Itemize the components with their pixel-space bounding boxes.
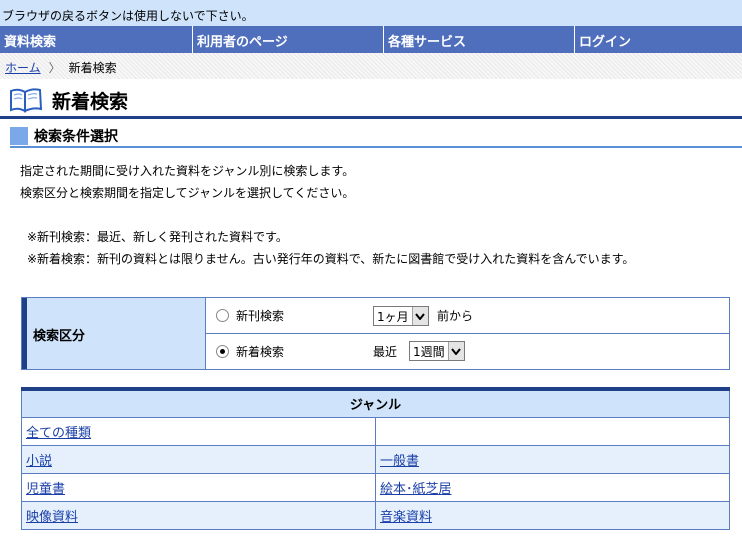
nav-item-user-page[interactable]: 利用者のページ (193, 26, 384, 53)
period-select-arrival[interactable]: 1週間 (409, 341, 465, 361)
table-cell: 映像資料 (21, 500, 376, 530)
chevron-down-icon (447, 342, 464, 360)
table-row: 映像資料 音楽資料 (21, 500, 730, 530)
genre-link[interactable]: 絵本･紙芝居 (380, 482, 452, 497)
notes: ※新刊検索：最近、新しく発刊された資料です。 ※新着検索：新刊の資料とは限りませ… (27, 226, 634, 270)
section-title: 検索条件選択 (34, 129, 118, 145)
nav-item-search[interactable]: 資料検索 (0, 26, 193, 53)
notice-banner: ブラウザの戻るボタンは使用しないで下さい。 (0, 0, 742, 26)
condition-label: 検索区分 (22, 298, 206, 369)
option-suffix: 前から (437, 309, 474, 323)
page-title-block: 新着検索 (8, 84, 742, 116)
note-line: ※新刊検索：最近、新しく発刊された資料です。 (27, 230, 288, 244)
genre-link[interactable]: 児童書 (26, 482, 65, 497)
page-title: 新着検索 (52, 90, 129, 113)
chevron-down-icon (411, 307, 428, 325)
table-cell: 全ての種類 (21, 416, 376, 446)
genre-link[interactable]: 全ての種類 (26, 426, 91, 441)
genre-table: ジャンル 全ての種類 小説 一般書 児童書 絵本･紙芝居 映像資料 音楽資料 (21, 387, 730, 530)
breadcrumb-separator: 〉 (48, 61, 61, 75)
genre-header: ジャンル (21, 388, 730, 418)
period-select-publication[interactable]: 1ヶ月 (373, 306, 429, 326)
breadcrumb: ホーム〉新着検索 (0, 53, 742, 79)
breadcrumb-current: 新着検索 (68, 61, 117, 75)
table-cell: 一般書 (375, 444, 730, 474)
table-row: 小説 一般書 (21, 444, 730, 474)
main-nav: 資料検索 利用者のページ 各種サービス ログイン (0, 26, 742, 53)
book-icon (10, 88, 43, 113)
breadcrumb-home-link[interactable]: ホーム (5, 61, 41, 75)
table-cell: 音楽資料 (375, 500, 730, 530)
radio-new-publication[interactable] (216, 309, 229, 322)
genre-link[interactable]: 小説 (26, 454, 52, 469)
nav-item-services[interactable]: 各種サービス (384, 26, 575, 53)
description: 指定された期間に受け入れた資料をジャンル別に検索します。 検索区分と検索期間を指… (20, 160, 354, 204)
option-new-publication: 新刊検索 1ヶ月 前から (206, 298, 729, 333)
option-prefix: 最近 (373, 345, 398, 359)
section-marker (10, 127, 28, 145)
option-label-new-publication: 新刊検索 (236, 309, 285, 323)
description-line: 検索区分と検索期間を指定してジャンルを選択してください。 (20, 186, 355, 200)
table-cell (375, 416, 730, 446)
note-line: ※新着検索：新刊の資料とは限りません。古い発行年の資料で、新たに図書館で受け入れ… (27, 252, 635, 266)
genre-link[interactable]: 音楽資料 (380, 510, 432, 525)
search-condition-box: 検索区分 新刊検索 1ヶ月 前から 新着検索 最近 1週間 (21, 297, 730, 370)
genre-link[interactable]: 映像資料 (26, 510, 78, 525)
select-value: 1週間 (413, 344, 445, 359)
title-rule (0, 116, 742, 119)
table-row: 全ての種類 (21, 416, 730, 446)
section-header: 検索条件選択 (10, 126, 742, 148)
description-line: 指定された期間に受け入れた資料をジャンル別に検索します。 (20, 164, 355, 178)
option-new-arrival: 新着検索 最近 1週間 (206, 333, 729, 369)
condition-options: 新刊検索 1ヶ月 前から 新着検索 最近 1週間 (206, 298, 729, 369)
table-cell: 小説 (21, 444, 376, 474)
radio-new-arrival[interactable] (216, 345, 229, 358)
select-value: 1ヶ月 (377, 309, 409, 324)
nav-item-login[interactable]: ログイン (575, 26, 742, 53)
genre-link[interactable]: 一般書 (380, 454, 419, 469)
table-row: 児童書 絵本･紙芝居 (21, 472, 730, 502)
table-cell: 児童書 (21, 472, 376, 502)
option-label-new-arrival: 新着検索 (236, 345, 285, 359)
table-cell: 絵本･紙芝居 (375, 472, 730, 502)
